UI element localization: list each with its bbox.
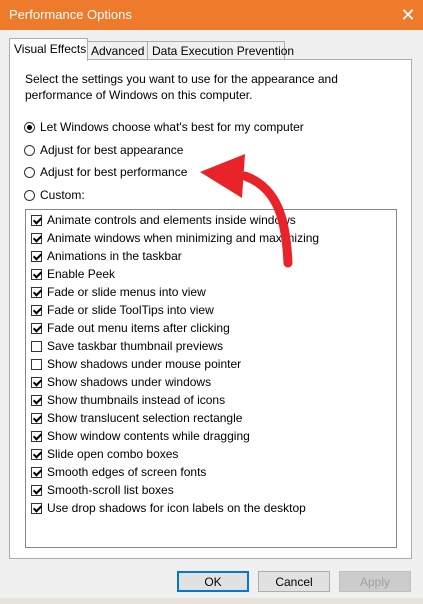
list-item[interactable]: Animate windows when minimizing and maxi… — [31, 230, 319, 246]
checkbox[interactable] — [31, 448, 42, 460]
checkbox[interactable] — [31, 232, 42, 244]
radio-label: Custom: — [40, 188, 85, 202]
list-item-label: Fade out menu items after clicking — [47, 321, 230, 335]
ok-button[interactable]: OK — [177, 571, 249, 592]
checkbox[interactable] — [31, 268, 42, 280]
list-item[interactable]: Fade or slide menus into view — [31, 284, 206, 300]
list-item[interactable]: Animate controls and elements inside win… — [31, 212, 296, 228]
checkbox[interactable] — [31, 358, 42, 370]
list-item[interactable]: Slide open combo boxes — [31, 446, 178, 462]
list-item-label: Show thumbnails instead of icons — [47, 393, 226, 407]
close-icon[interactable]: ✕ — [393, 0, 423, 30]
cancel-button[interactable]: Cancel — [258, 571, 330, 592]
list-item-label: Enable Peek — [47, 267, 116, 281]
list-item-label: Show window contents while dragging — [47, 429, 250, 443]
list-item-label: Fade or slide ToolTips into view — [47, 303, 214, 317]
radio-button[interactable] — [24, 166, 35, 178]
list-item[interactable]: Enable Peek — [31, 266, 115, 282]
list-item[interactable]: Show window contents while dragging — [31, 428, 250, 444]
radio-button[interactable] — [24, 144, 35, 156]
list-item[interactable]: Smooth-scroll list boxes — [31, 482, 174, 498]
list-item-label: Show shadows under windows — [47, 375, 212, 389]
checkbox[interactable] — [31, 502, 42, 514]
list-item[interactable]: Fade out menu items after clicking — [31, 320, 230, 336]
intro-text: Select the settings you want to use for … — [25, 72, 338, 102]
list-item-label: Show translucent selection rectangle — [47, 411, 243, 425]
list-item[interactable]: Fade or slide ToolTips into view — [31, 302, 214, 318]
list-item-label: Smooth-scroll list boxes — [47, 483, 174, 497]
checkbox[interactable] — [31, 376, 42, 388]
list-item[interactable]: Show shadows under windows — [31, 374, 211, 390]
checkbox[interactable] — [31, 394, 42, 406]
list-item[interactable]: Save taskbar thumbnail previews — [31, 338, 223, 354]
list-item[interactable]: Show translucent selection rectangle — [31, 410, 242, 426]
list-item[interactable]: Animations in the taskbar — [31, 248, 182, 264]
radio-button[interactable] — [24, 121, 35, 133]
background-window-strip — [0, 598, 423, 604]
visual-effects-panel: Select the settings you want to use for … — [9, 59, 412, 559]
list-item-label: Use drop shadows for icon labels on the … — [47, 501, 306, 515]
radio-best-performance[interactable]: Adjust for best performance — [24, 164, 187, 180]
list-item-label: Smooth edges of screen fonts — [47, 465, 207, 479]
list-item-label: Fade or slide menus into view — [47, 285, 206, 299]
list-item-label: Animate controls and elements inside win… — [47, 213, 296, 227]
visual-effects-list[interactable]: Animate controls and elements inside win… — [25, 209, 397, 548]
radio-best-appearance[interactable]: Adjust for best appearance — [24, 142, 183, 158]
radio-custom[interactable]: Custom: — [24, 187, 85, 203]
apply-button[interactable]: Apply — [339, 571, 411, 592]
tab-advanced[interactable]: Advanced — [86, 41, 152, 60]
list-item-label: Animations in the taskbar — [47, 249, 182, 263]
checkbox[interactable] — [31, 250, 42, 262]
list-item[interactable]: Smooth edges of screen fonts — [31, 464, 206, 480]
radio-let-windows-choose[interactable]: Let Windows choose what's best for my co… — [24, 119, 304, 135]
list-item[interactable]: Show thumbnails instead of icons — [31, 392, 225, 408]
checkbox[interactable] — [31, 466, 42, 478]
tab-data-execution-prevention[interactable]: Data Execution Prevention — [147, 41, 294, 60]
checkbox[interactable] — [31, 412, 42, 424]
checkbox[interactable] — [31, 340, 42, 352]
radio-button[interactable] — [24, 189, 35, 201]
window-title: Performance Options — [9, 7, 132, 22]
title-bar: Performance Options ✕ — [0, 0, 423, 30]
checkbox[interactable] — [31, 286, 42, 298]
list-item-label: Save taskbar thumbnail previews — [47, 339, 224, 353]
radio-label: Let Windows choose what's best for my co… — [40, 120, 304, 134]
checkbox[interactable] — [31, 484, 42, 496]
list-item[interactable]: Show shadows under mouse pointer — [31, 356, 241, 372]
checkbox[interactable] — [31, 304, 42, 316]
checkbox[interactable] — [31, 430, 42, 442]
list-item-label: Animate windows when minimizing and maxi… — [47, 231, 320, 245]
list-item-label: Show shadows under mouse pointer — [47, 357, 242, 371]
checkbox[interactable] — [31, 214, 42, 226]
list-item[interactable]: Use drop shadows for icon labels on the … — [31, 500, 306, 516]
tab-visual-effects[interactable]: Visual Effects — [9, 38, 88, 61]
checkbox[interactable] — [31, 322, 42, 334]
radio-label: Adjust for best appearance — [40, 143, 184, 157]
list-item-label: Slide open combo boxes — [47, 447, 179, 461]
radio-label: Adjust for best performance — [40, 165, 188, 179]
